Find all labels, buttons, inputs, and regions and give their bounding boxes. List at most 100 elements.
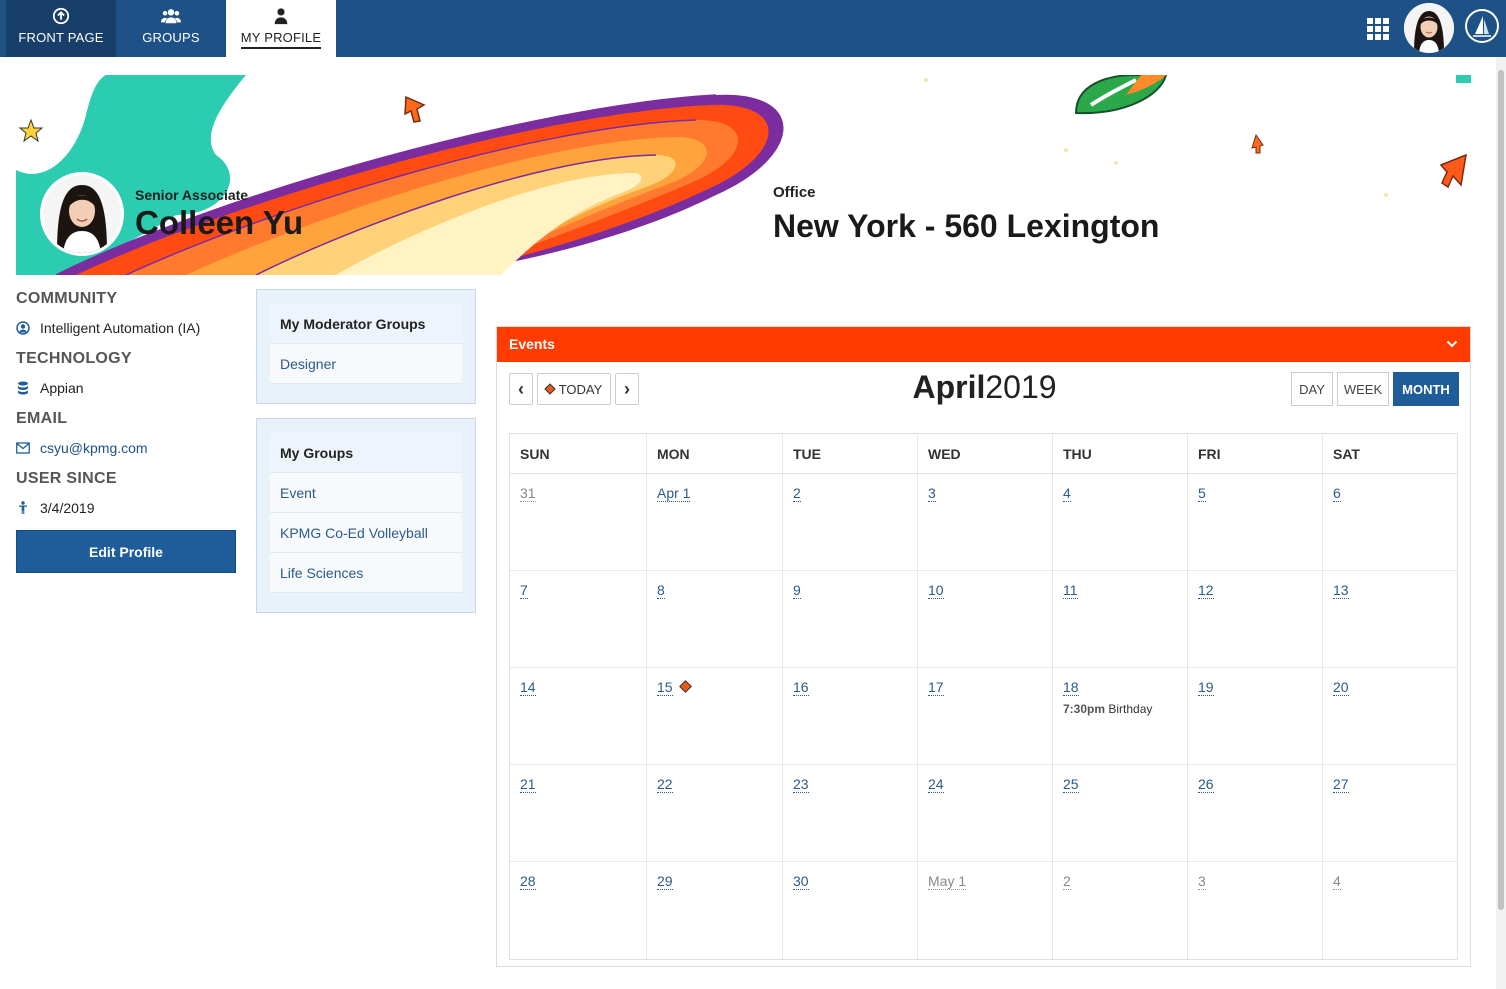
calendar-day-cell[interactable]: 2 [1053,862,1188,959]
technology-value: Appian [16,380,84,396]
day-number-link[interactable]: 3 [928,485,936,502]
user-since-heading: USER SINCE [16,470,117,487]
calendar-day-cell[interactable]: 23 [783,765,918,861]
view-day-button[interactable]: DAY [1291,372,1333,406]
view-week-button[interactable]: WEEK [1337,372,1389,406]
calendar-day-cell[interactable]: 15 [647,668,783,764]
day-number-link[interactable]: Apr 1 [657,485,691,502]
calendar-day-cell[interactable]: 11 [1053,571,1188,667]
day-number-link[interactable]: 28 [520,873,536,890]
calendar-day-cell[interactable]: 4 [1053,474,1188,570]
day-number-link[interactable]: 11 [1063,582,1078,599]
view-month-button[interactable]: MONTH [1393,372,1459,406]
day-number-link[interactable]: 10 [928,582,944,599]
user-icon [274,8,288,25]
day-number-link[interactable]: May 1 [928,873,967,890]
calendar-day-cell[interactable]: 24 [918,765,1053,861]
day-number-link[interactable]: 22 [657,776,673,793]
moderator-group-item[interactable]: Designer [270,344,462,384]
calendar-event[interactable]: 7:30pm Birthday [1063,702,1187,716]
email-value[interactable]: csyu@kpmg.com [16,440,148,456]
calendar-day-cell[interactable]: Apr 1 [647,474,783,570]
calendar-day-cell[interactable]: 20 [1323,668,1457,764]
technology-text: Appian [40,380,84,396]
day-number-link[interactable]: 25 [1063,776,1079,793]
day-number-link[interactable]: 21 [520,776,536,793]
calendar-day-cell[interactable]: 22 [647,765,783,861]
calendar-day-cell[interactable]: 31 [510,474,647,570]
day-number-link[interactable]: 4 [1333,873,1341,890]
calendar-day-cell[interactable]: 3 [1188,862,1323,959]
day-number-link[interactable]: 30 [793,873,809,890]
day-number-link[interactable]: 19 [1198,679,1214,696]
day-number-link[interactable]: 17 [928,679,944,696]
office-value: New York - 560 Lexington [773,208,1160,244]
calendar-day-cell[interactable]: 28 [510,862,647,959]
day-number-link[interactable]: 13 [1333,582,1349,599]
user-avatar-menu[interactable] [1404,3,1454,53]
calendar-day-cell[interactable]: 5 [1188,474,1323,570]
day-number-link[interactable]: 9 [793,582,801,599]
calendar-day-cell[interactable]: 14 [510,668,647,764]
scrollbar-thumb[interactable] [1498,70,1504,910]
sailboat-logo-icon[interactable] [1465,9,1499,43]
calendar-day-cell[interactable]: 18 7:30pm Birthday [1053,668,1188,764]
calendar-day-cell[interactable]: 6 [1323,474,1457,570]
chevron-down-icon[interactable] [1446,339,1458,349]
day-number-link[interactable]: 14 [520,679,536,696]
calendar-day-cell[interactable]: 19 [1188,668,1323,764]
day-number-link[interactable]: 2 [1063,873,1071,890]
calendar-day-cell[interactable]: 25 [1053,765,1188,861]
weekday-label: WED [918,434,1053,473]
day-number-link[interactable]: 4 [1063,485,1071,502]
app-grid-icon[interactable] [1367,18,1389,40]
day-number-link[interactable]: 27 [1333,776,1349,793]
tab-groups[interactable]: GROUPS [116,0,226,57]
day-number-link[interactable]: 2 [793,485,801,502]
day-number-link[interactable]: 6 [1333,485,1341,502]
day-number-link[interactable]: 12 [1198,582,1214,599]
events-header[interactable]: Events [497,327,1470,362]
calendar-day-cell[interactable]: 7 [510,571,647,667]
day-number-link[interactable]: 31 [520,485,536,502]
group-item-volleyball[interactable]: KPMG Co-Ed Volleyball [270,513,462,553]
calendar-day-cell[interactable]: 29 [647,862,783,959]
moderator-groups-panel: My Moderator Groups Designer [256,289,476,404]
group-item-life-sciences[interactable]: Life Sciences [270,553,462,593]
calendar-day-cell[interactable]: 13 [1323,571,1457,667]
day-number-link[interactable]: 16 [793,679,809,696]
day-number-link[interactable]: 24 [928,776,944,793]
calendar-day-cell[interactable]: 3 [918,474,1053,570]
day-number-link[interactable]: 23 [793,776,809,793]
person-standing-icon [19,501,27,514]
calendar-day-cell[interactable]: 16 [783,668,918,764]
office-label: Office [773,184,816,201]
calendar-day-cell[interactable]: 10 [918,571,1053,667]
day-number-link[interactable]: 5 [1198,485,1206,502]
calendar-day-cell[interactable]: 2 [783,474,918,570]
calendar-day-cell[interactable]: 30 [783,862,918,959]
day-number-link[interactable]: 26 [1198,776,1214,793]
email-link[interactable]: csyu@kpmg.com [40,440,148,456]
tab-my-profile[interactable]: MY PROFILE [226,0,336,57]
day-number-link[interactable]: 29 [657,873,673,890]
calendar-day-cell[interactable]: 4 [1323,862,1457,959]
calendar-day-cell[interactable]: May 1 [918,862,1053,959]
day-number-link[interactable]: 18 [1063,679,1079,696]
day-number-link[interactable]: 7 [520,582,528,599]
tab-front-page[interactable]: FRONT PAGE [6,0,116,57]
day-number-link[interactable]: 3 [1198,873,1206,890]
group-item-event[interactable]: Event [270,473,462,513]
calendar-day-cell[interactable]: 26 [1188,765,1323,861]
event-time: 7:30pm [1063,702,1106,716]
edit-profile-button[interactable]: Edit Profile [16,530,236,573]
day-number-link[interactable]: 8 [657,582,665,599]
calendar-day-cell[interactable]: 9 [783,571,918,667]
calendar-day-cell[interactable]: 12 [1188,571,1323,667]
calendar-day-cell[interactable]: 17 [918,668,1053,764]
calendar-day-cell[interactable]: 8 [647,571,783,667]
day-number-link[interactable]: 20 [1333,679,1349,696]
calendar-day-cell[interactable]: 21 [510,765,647,861]
calendar-day-cell[interactable]: 27 [1323,765,1457,861]
day-number-link[interactable]: 15 [657,679,673,696]
